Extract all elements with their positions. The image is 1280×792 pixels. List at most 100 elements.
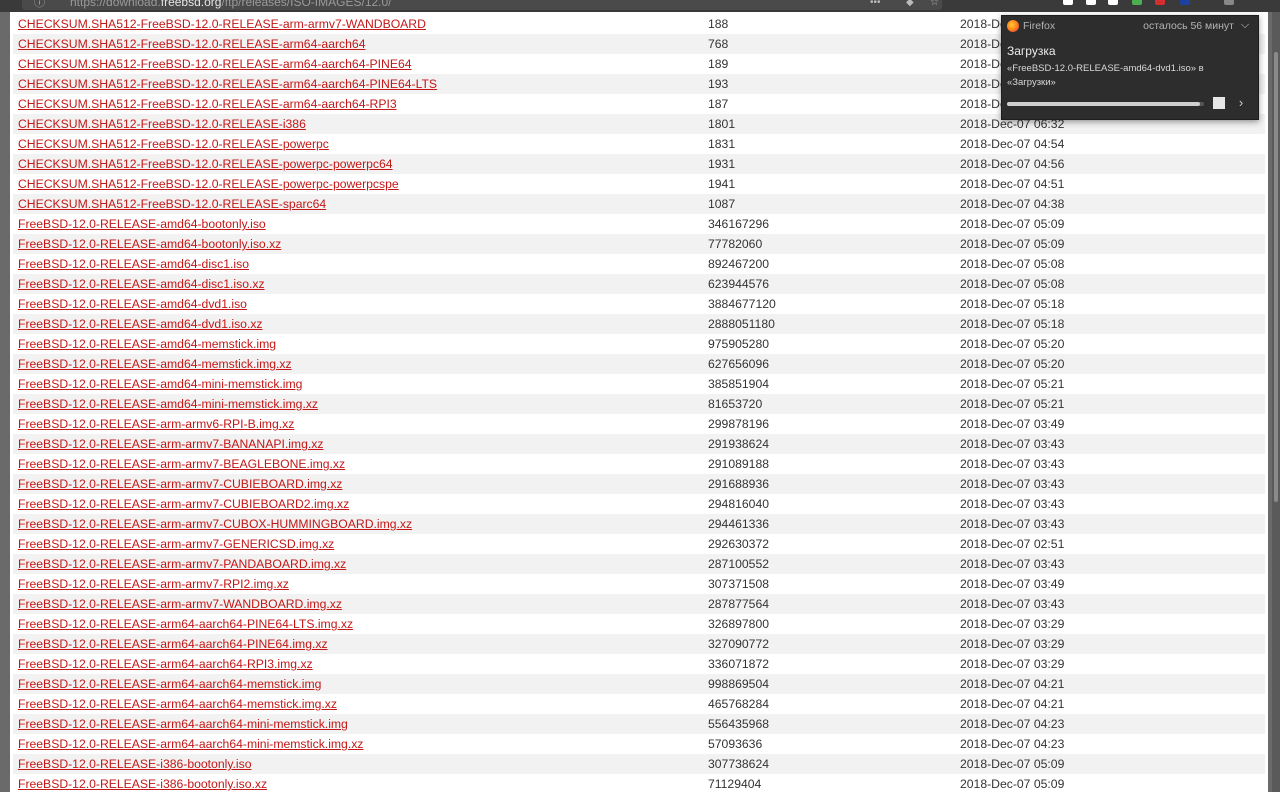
file-link[interactable]: CHECKSUM.SHA512-FreeBSD-12.0-RELEASE-pow… [18, 137, 329, 151]
file-size: 307371508 [708, 577, 770, 591]
file-link[interactable]: FreeBSD-12.0-RELEASE-amd64-mini-memstick… [18, 377, 302, 391]
file-link[interactable]: FreeBSD-12.0-RELEASE-amd64-bootonly.iso [18, 217, 266, 231]
file-name-cell: CHECKSUM.SHA512-FreeBSD-12.0-RELEASE-pow… [13, 154, 708, 174]
bookmark-star-icon[interactable]: ☆ [930, 0, 939, 10]
settings-icon[interactable] [1108, 0, 1118, 5]
file-date: 2018-Dec-07 03:43 [960, 474, 1265, 494]
file-link[interactable]: FreeBSD-12.0-RELEASE-arm-armv7-BANANAPI.… [18, 437, 323, 451]
file-name-cell: FreeBSD-12.0-RELEASE-amd64-dvd1.iso.xz [13, 314, 708, 334]
file-name-cell: FreeBSD-12.0-RELEASE-amd64-memstick.img [13, 334, 708, 354]
table-row: FreeBSD-12.0-RELEASE-arm64-aarch64-PINE6… [13, 634, 1265, 654]
file-name-cell: FreeBSD-12.0-RELEASE-arm-armv7-CUBIEBOAR… [13, 494, 708, 514]
extension-red-icon[interactable] [1155, 0, 1165, 5]
file-name-cell: CHECKSUM.SHA512-FreeBSD-12.0-RELEASE-arm… [13, 74, 708, 94]
file-date: 2018-Dec-07 04:51 [960, 177, 1065, 191]
extension-green-icon[interactable] [1132, 0, 1142, 5]
info-icon[interactable]: ⓘ [34, 0, 45, 10]
file-link[interactable]: CHECKSUM.SHA512-FreeBSD-12.0-RELEASE-arm… [18, 97, 397, 111]
file-link[interactable]: FreeBSD-12.0-RELEASE-arm-armv7-RPI2.img.… [18, 577, 289, 591]
file-size: 465768284 [708, 697, 770, 711]
file-date: 2018-Dec-07 05:18 [960, 314, 1265, 334]
file-date: 2018-Dec-07 04:21 [960, 697, 1065, 711]
download-icon[interactable] [1063, 0, 1073, 5]
file-date: 2018-Dec-07 04:23 [960, 714, 1265, 734]
url-text[interactable]: https://download.freebsd.org/ftp/release… [70, 0, 392, 10]
file-name-cell: FreeBSD-12.0-RELEASE-arm64-aarch64-memst… [13, 674, 708, 694]
file-date: 2018-Dec-07 05:09 [960, 777, 1065, 791]
table-row: FreeBSD-12.0-RELEASE-arm-armv6-RPI-B.img… [13, 414, 1265, 434]
file-link[interactable]: FreeBSD-12.0-RELEASE-arm-armv7-GENERICSD… [18, 537, 334, 551]
file-size: 291938624 [708, 434, 960, 454]
file-name-cell: FreeBSD-12.0-RELEASE-amd64-bootonly.iso [13, 214, 708, 234]
page-scrollbar[interactable] [1272, 12, 1280, 792]
file-link[interactable]: FreeBSD-12.0-RELEASE-i386-bootonly.iso [18, 757, 251, 771]
file-name-cell: FreeBSD-12.0-RELEASE-arm-armv7-CUBIEBOAR… [13, 474, 708, 494]
file-size: 291688936 [708, 474, 960, 494]
file-link[interactable]: FreeBSD-12.0-RELEASE-amd64-dvd1.iso [18, 297, 247, 311]
file-link[interactable]: FreeBSD-12.0-RELEASE-arm-armv7-PANDABOAR… [18, 557, 346, 571]
chevron-right-icon[interactable]: › [1235, 95, 1247, 111]
table-row: CHECKSUM.SHA512-FreeBSD-12.0-RELEASE-spa… [13, 194, 1265, 214]
file-name-cell: FreeBSD-12.0-RELEASE-amd64-mini-memstick… [13, 394, 708, 414]
pocket-icon[interactable]: ◆ [906, 0, 914, 10]
file-link[interactable]: CHECKSUM.SHA512-FreeBSD-12.0-RELEASE-arm… [18, 57, 412, 71]
file-link[interactable]: FreeBSD-12.0-RELEASE-amd64-mini-memstick… [18, 397, 318, 411]
file-listing-panel: CHECKSUM.SHA512-FreeBSD-12.0-RELEASE-arm… [10, 12, 1268, 792]
extension-gray-icon[interactable] [1224, 0, 1234, 5]
file-link[interactable]: CHECKSUM.SHA512-FreeBSD-12.0-RELEASE-arm… [18, 37, 365, 51]
file-size: 975905280 [708, 337, 770, 351]
page-actions-icon[interactable]: ••• [870, 0, 881, 10]
file-name-cell: FreeBSD-12.0-RELEASE-arm64-aarch64-RPI3.… [13, 654, 708, 674]
file-size: 1831 [708, 137, 736, 151]
file-link[interactable]: FreeBSD-12.0-RELEASE-arm-armv6-RPI-B.img… [18, 417, 294, 431]
file-link[interactable]: FreeBSD-12.0-RELEASE-arm-armv7-WANDBOARD… [18, 597, 342, 611]
file-link[interactable]: CHECKSUM.SHA512-FreeBSD-12.0-RELEASE-i38… [18, 117, 306, 131]
scrollbar-thumb[interactable] [1274, 52, 1278, 502]
file-link[interactable]: FreeBSD-12.0-RELEASE-arm64-aarch64-memst… [18, 697, 337, 711]
stop-download-button[interactable] [1213, 97, 1225, 109]
file-link[interactable]: FreeBSD-12.0-RELEASE-arm64-aarch64-mini-… [18, 737, 363, 751]
extension-blue-icon[interactable] [1180, 0, 1190, 5]
file-link[interactable]: CHECKSUM.SHA512-FreeBSD-12.0-RELEASE-arm… [18, 77, 437, 91]
file-size: 187 [708, 97, 729, 111]
file-link[interactable]: FreeBSD-12.0-RELEASE-arm64-aarch64-PINE6… [18, 637, 328, 651]
file-date: 2018-Dec-07 03:49 [960, 417, 1065, 431]
file-size: 71129404 [708, 777, 762, 791]
file-link[interactable]: FreeBSD-12.0-RELEASE-amd64-memstick.img.… [18, 357, 292, 371]
file-link[interactable]: FreeBSD-12.0-RELEASE-arm-armv7-BEAGLEBON… [18, 457, 345, 471]
file-name-cell: FreeBSD-12.0-RELEASE-arm64-aarch64-mini-… [13, 734, 708, 754]
table-row: FreeBSD-12.0-RELEASE-arm64-aarch64-PINE6… [13, 614, 1265, 634]
file-link[interactable]: FreeBSD-12.0-RELEASE-amd64-disc1.iso.xz [18, 277, 265, 291]
file-link[interactable]: FreeBSD-12.0-RELEASE-arm64-aarch64-RPI3.… [18, 657, 313, 671]
chevron-down-icon[interactable]: ⌵ [1238, 18, 1252, 32]
download-notification[interactable]: Firefox осталось 56 минут ⌵ Загрузка «Fr… [1001, 15, 1259, 120]
file-link[interactable]: CHECKSUM.SHA512-FreeBSD-12.0-RELEASE-pow… [18, 157, 393, 171]
file-link[interactable]: CHECKSUM.SHA512-FreeBSD-12.0-RELEASE-pow… [18, 177, 399, 191]
file-link[interactable]: FreeBSD-12.0-RELEASE-arm64-aarch64-mini-… [18, 717, 348, 731]
file-link[interactable]: FreeBSD-12.0-RELEASE-arm64-aarch64-memst… [18, 677, 321, 691]
file-date: 2018-Dec-07 05:09 [960, 234, 1265, 254]
file-link[interactable]: FreeBSD-12.0-RELEASE-i386-bootonly.iso.x… [18, 777, 267, 791]
file-date: 2018-Dec-07 05:20 [960, 354, 1265, 374]
file-link[interactable]: FreeBSD-12.0-RELEASE-amd64-dvd1.iso.xz [18, 317, 263, 331]
file-link[interactable]: FreeBSD-12.0-RELEASE-amd64-memstick.img [18, 337, 276, 351]
file-size: 346167296 [708, 217, 770, 231]
file-link[interactable]: CHECKSUM.SHA512-FreeBSD-12.0-RELEASE-spa… [18, 197, 326, 211]
file-size: 1931 [708, 154, 960, 174]
file-size: 77782060 [708, 234, 960, 254]
file-size: 768 [708, 34, 960, 54]
file-link[interactable]: FreeBSD-12.0-RELEASE-arm-armv7-CUBIEBOAR… [18, 477, 342, 491]
file-link[interactable]: FreeBSD-12.0-RELEASE-amd64-bootonly.iso.… [18, 237, 281, 251]
file-size: 292630372 [708, 537, 770, 551]
table-row: FreeBSD-12.0-RELEASE-arm-armv7-BEAGLEBON… [13, 454, 1265, 474]
file-link[interactable]: CHECKSUM.SHA512-FreeBSD-12.0-RELEASE-arm… [18, 17, 426, 31]
library-icon[interactable] [1086, 0, 1096, 5]
file-link[interactable]: FreeBSD-12.0-RELEASE-arm-armv7-CUBIEBOAR… [18, 497, 349, 511]
file-name-cell: CHECKSUM.SHA512-FreeBSD-12.0-RELEASE-arm… [13, 54, 708, 74]
file-link[interactable]: FreeBSD-12.0-RELEASE-arm-armv7-CUBOX-HUM… [18, 517, 412, 531]
file-link[interactable]: FreeBSD-12.0-RELEASE-arm64-aarch64-PINE6… [18, 617, 353, 631]
file-size: 294816040 [708, 497, 770, 511]
file-size: 287877564 [708, 594, 960, 614]
file-size: 307738624 [708, 754, 960, 774]
file-link[interactable]: FreeBSD-12.0-RELEASE-amd64-disc1.iso [18, 257, 249, 271]
